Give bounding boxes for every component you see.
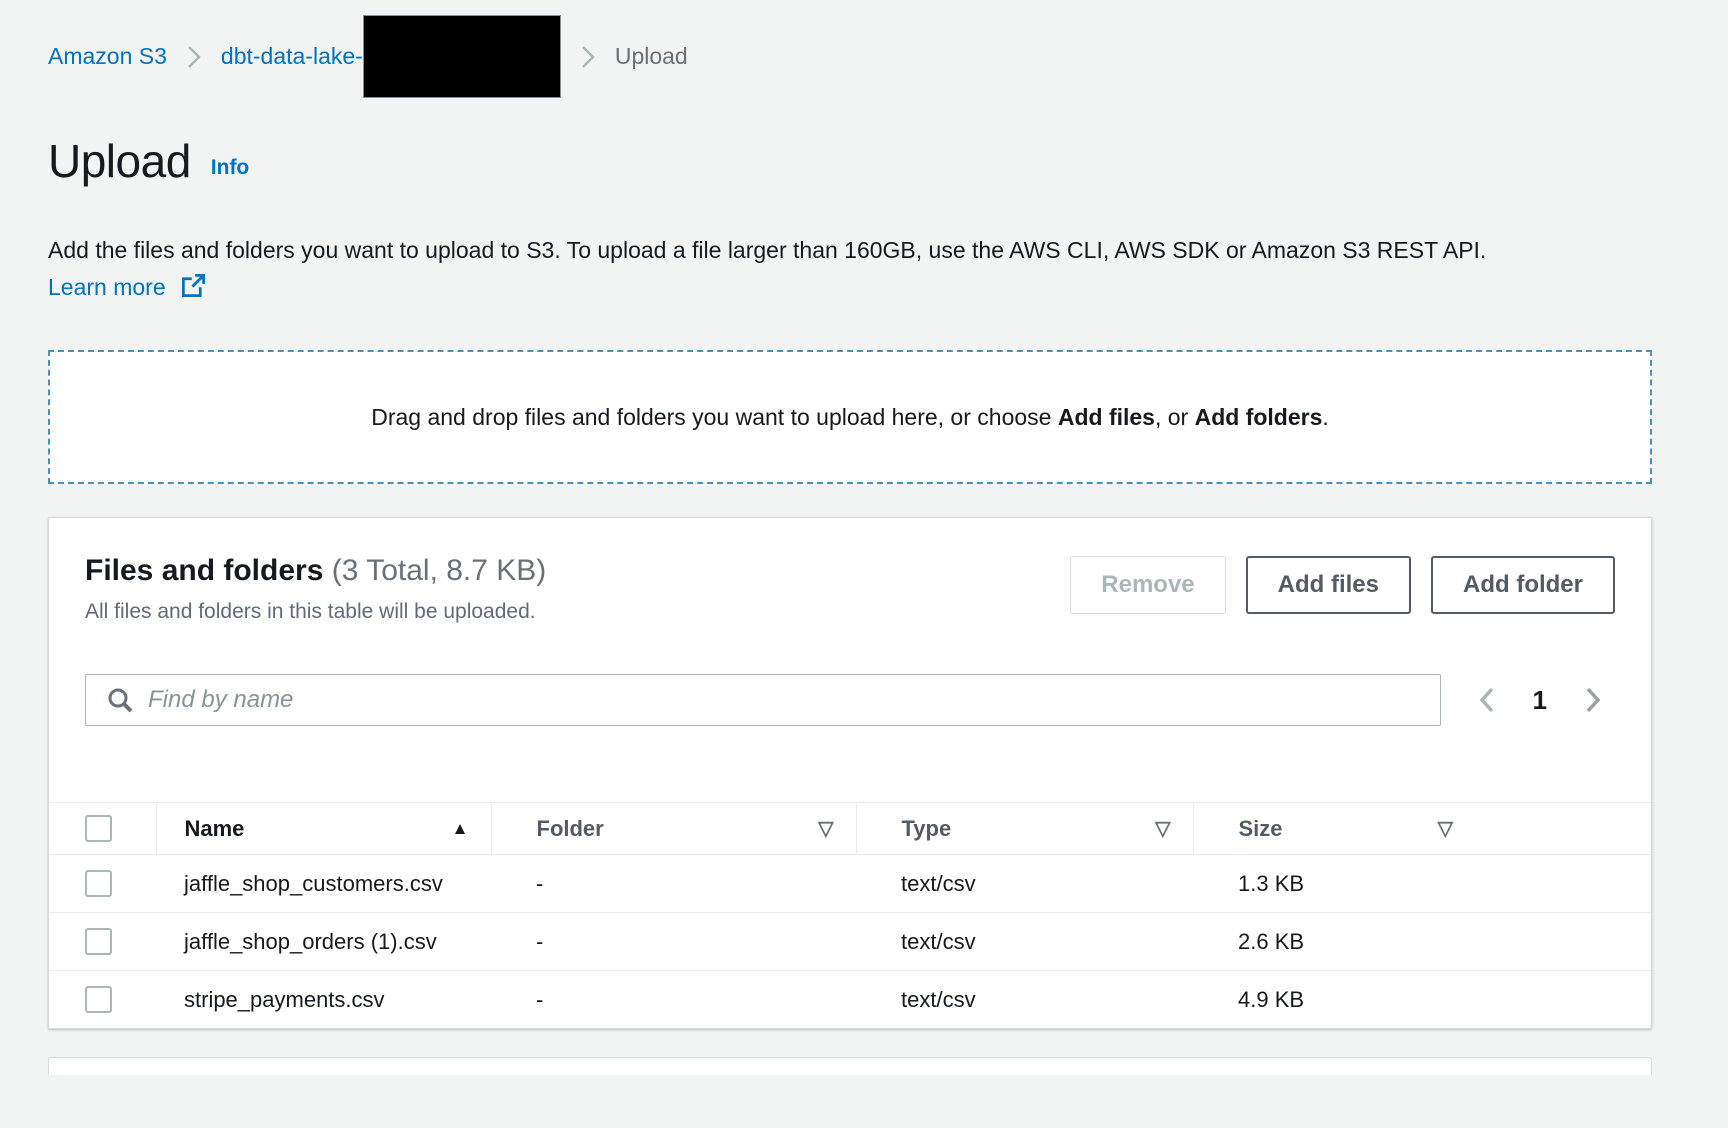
- next-page-button[interactable]: [1581, 685, 1605, 715]
- file-size: 1.3 KB: [1193, 855, 1651, 913]
- column-header-name[interactable]: Name ▲: [156, 803, 491, 855]
- file-name: jaffle_shop_orders (1).csv: [156, 913, 491, 971]
- file-folder: -: [491, 913, 856, 971]
- search-icon: [105, 685, 135, 720]
- current-page-number[interactable]: 1: [1533, 685, 1547, 716]
- search-input[interactable]: [85, 674, 1441, 726]
- file-name: stripe_payments.csv: [156, 971, 491, 1029]
- sort-down-icon: ▽: [1155, 816, 1170, 841]
- table-row: stripe_payments.csv - text/csv 4.9 KB: [49, 971, 1651, 1029]
- file-folder: -: [491, 971, 856, 1029]
- table-header-row: Name ▲ Folder ▽ Type ▽: [49, 803, 1651, 855]
- breadcrumb: Amazon S3 dbt-data-lake- Upload: [48, 15, 1652, 98]
- panel-title: Files and folders: [85, 554, 323, 587]
- panel-count: (3 Total, 8.7 KB): [332, 554, 547, 587]
- row-checkbox[interactable]: [85, 928, 112, 955]
- pagination: 1: [1475, 685, 1615, 716]
- redacted-bucket-name: [363, 15, 561, 98]
- remove-button[interactable]: Remove: [1070, 556, 1225, 614]
- breadcrumb-current: Upload: [615, 43, 688, 70]
- sort-down-icon: ▽: [818, 816, 833, 841]
- file-type: text/csv: [856, 971, 1193, 1029]
- files-panel: Files and folders (3 Total, 8.7 KB) All …: [48, 517, 1652, 1029]
- column-header-folder[interactable]: Folder ▽: [491, 803, 856, 855]
- chevron-right-icon: [577, 43, 599, 71]
- file-size: 2.6 KB: [1193, 913, 1651, 971]
- row-checkbox[interactable]: [85, 870, 112, 897]
- panel-subtitle: All files and folders in this table will…: [85, 600, 546, 624]
- file-size: 4.9 KB: [1193, 971, 1651, 1029]
- add-folder-button[interactable]: Add folder: [1431, 556, 1615, 614]
- file-type: text/csv: [856, 855, 1193, 913]
- breadcrumb-bucket[interactable]: dbt-data-lake-: [221, 43, 363, 70]
- table-row: jaffle_shop_customers.csv - text/csv 1.3…: [49, 855, 1651, 913]
- chevron-right-icon: [183, 43, 205, 71]
- files-table: Name ▲ Folder ▽ Type ▽: [49, 802, 1651, 1028]
- learn-more-link[interactable]: Learn more: [48, 274, 166, 300]
- select-all-checkbox[interactable]: [85, 815, 112, 842]
- description-text: Add the files and folders you want to up…: [48, 237, 1486, 263]
- sort-ascending-icon: ▲: [452, 819, 469, 839]
- page-description: Add the files and folders you want to up…: [48, 232, 1496, 310]
- file-name: jaffle_shop_customers.csv: [156, 855, 491, 913]
- page-title: Upload: [48, 134, 191, 188]
- breadcrumb-amazon-s3[interactable]: Amazon S3: [48, 43, 167, 70]
- file-folder: -: [491, 855, 856, 913]
- info-link[interactable]: Info: [211, 156, 249, 180]
- file-type: text/csv: [856, 913, 1193, 971]
- external-link-icon: [180, 272, 207, 310]
- sort-down-icon: ▽: [1438, 816, 1453, 841]
- dropzone-text: Drag and drop files and folders you want…: [371, 404, 1329, 431]
- next-section-panel: [48, 1057, 1652, 1075]
- previous-page-button[interactable]: [1475, 685, 1499, 715]
- add-files-button[interactable]: Add files: [1246, 556, 1411, 614]
- column-header-type[interactable]: Type ▽: [856, 803, 1193, 855]
- table-row: jaffle_shop_orders (1).csv - text/csv 2.…: [49, 913, 1651, 971]
- row-checkbox[interactable]: [85, 986, 112, 1013]
- drag-drop-zone[interactable]: Drag and drop files and folders you want…: [48, 350, 1652, 484]
- column-header-size[interactable]: Size ▽: [1193, 803, 1651, 855]
- select-all-header: [49, 803, 156, 855]
